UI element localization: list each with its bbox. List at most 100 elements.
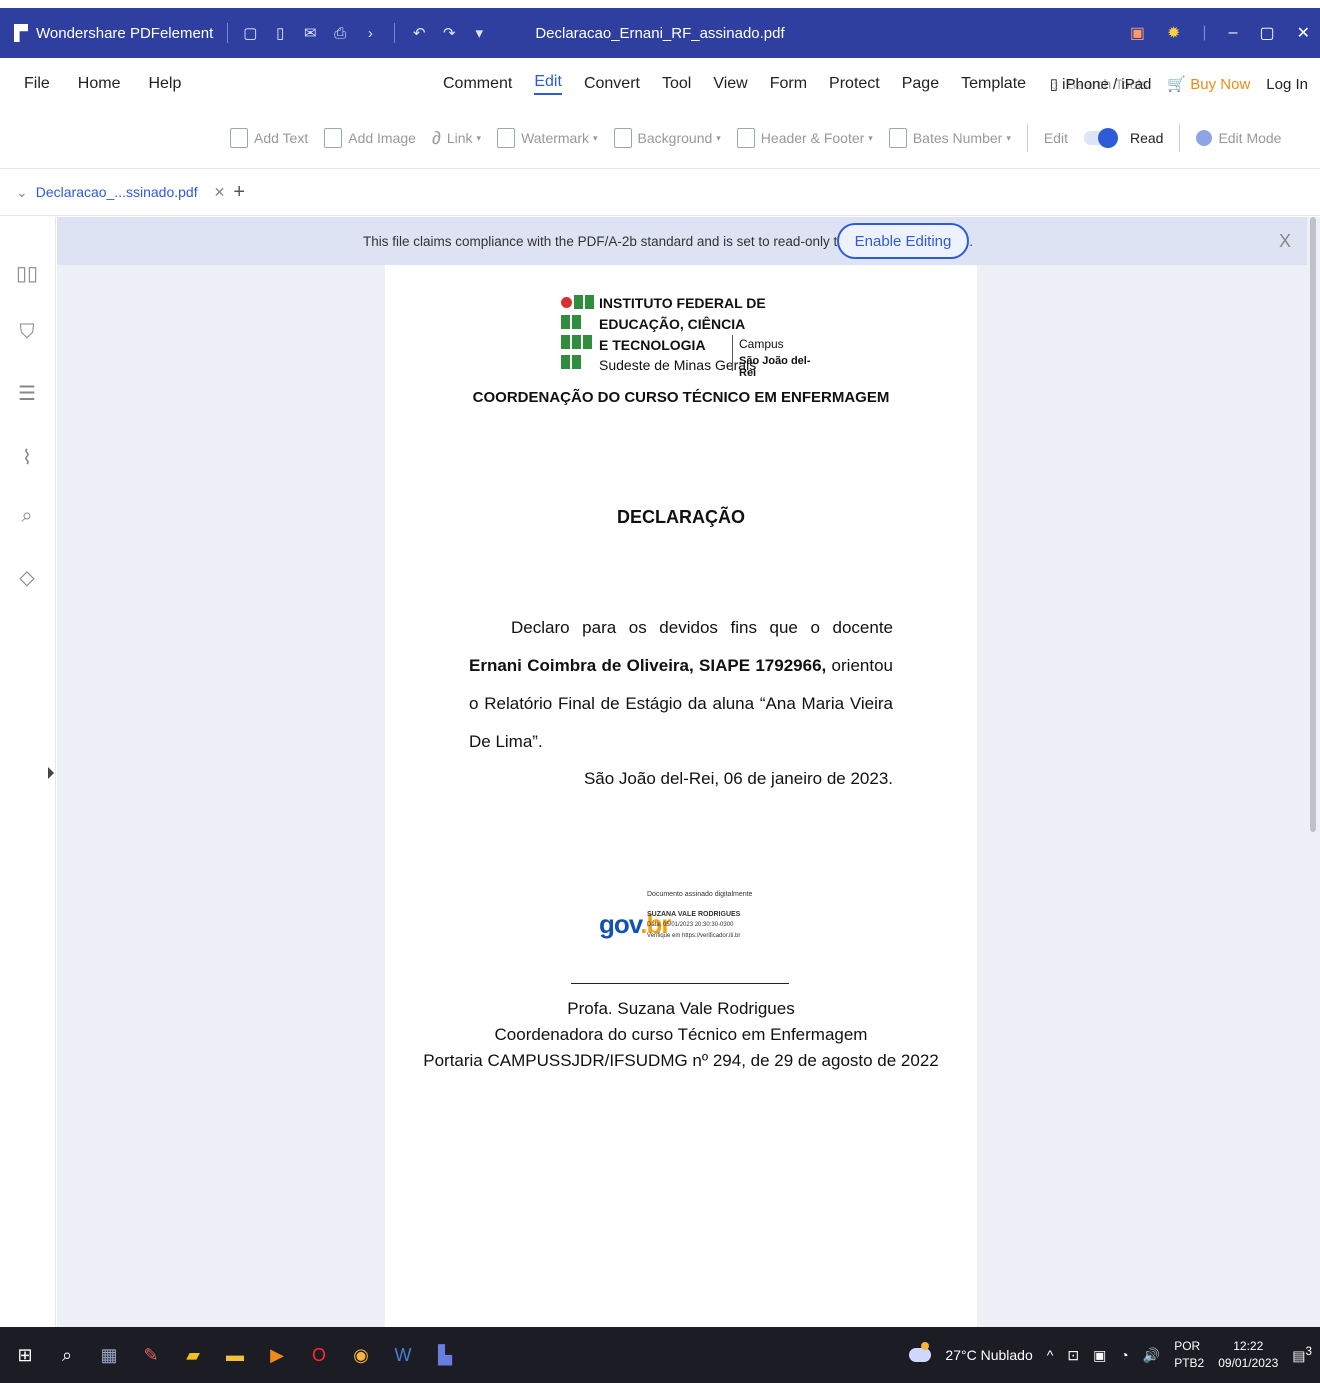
link-button[interactable]: ∂ Link ▾ bbox=[432, 128, 481, 149]
redo-icon[interactable]: ↷ bbox=[441, 24, 457, 42]
save-icon[interactable]: ▯ bbox=[272, 24, 288, 42]
edit-mode-icon bbox=[1196, 130, 1213, 146]
chevron-down-icon[interactable]: ▾ bbox=[593, 133, 598, 144]
theme-icon[interactable]: ✹ bbox=[1167, 23, 1180, 43]
chevron-down-icon[interactable]: ▾ bbox=[868, 133, 873, 144]
comments-icon[interactable]: ☰ bbox=[16, 381, 38, 405]
header-footer-label: Header & Footer bbox=[760, 130, 865, 146]
chrome-icon[interactable]: ◉ bbox=[352, 1344, 370, 1366]
close-icon[interactable]: ✕ bbox=[1297, 23, 1310, 43]
print-icon[interactable]: ⎙ bbox=[332, 25, 348, 42]
logo-campus: Campus bbox=[739, 337, 784, 351]
search-icon[interactable]: ⌕ bbox=[16, 505, 38, 529]
watermark-icon bbox=[497, 128, 516, 148]
file-explorer-icon[interactable]: ▬ bbox=[226, 1344, 244, 1366]
iphone-ipad-link[interactable]: ▯ iPhone / iPad bbox=[1050, 75, 1152, 93]
menu-home[interactable]: Home bbox=[78, 75, 121, 93]
vertical-scrollbar[interactable] bbox=[1310, 217, 1316, 832]
minimize-icon[interactable]: – bbox=[1229, 24, 1238, 42]
link-icon: ∂ bbox=[431, 127, 441, 148]
volume-icon[interactable]: 🔊 bbox=[1143, 1347, 1160, 1364]
restore-icon[interactable]: ▢ bbox=[1259, 23, 1274, 43]
language-bottom: PTB2 bbox=[1174, 1356, 1205, 1370]
menu-comment[interactable]: Comment bbox=[443, 75, 512, 93]
login-link[interactable]: Log In bbox=[1266, 76, 1308, 93]
notifications-icon[interactable]: ▤3 bbox=[1292, 1345, 1312, 1365]
bates-number-button[interactable]: Bates Number ▾ bbox=[888, 128, 1011, 148]
menu-edit[interactable]: Edit bbox=[534, 73, 562, 95]
expand-panel-icon[interactable] bbox=[48, 767, 54, 779]
menu-protect[interactable]: Protect bbox=[829, 75, 880, 93]
menu-page[interactable]: Page bbox=[902, 75, 939, 93]
watermark-button[interactable]: Watermark ▾ bbox=[497, 128, 598, 148]
windows-start-icon[interactable]: ⊞ bbox=[16, 1344, 34, 1366]
new-tab-icon[interactable]: + bbox=[233, 181, 245, 204]
document-viewer: This file claims compliance with the PDF… bbox=[57, 217, 1320, 1327]
mail-icon[interactable]: ✉ bbox=[302, 24, 318, 42]
logo-red-dot bbox=[561, 297, 572, 308]
paint-icon[interactable]: ✎ bbox=[142, 1344, 160, 1366]
bookmark-icon[interactable]: ⛉ bbox=[16, 321, 38, 345]
chevron-down-icon[interactable]: ▾ bbox=[716, 133, 721, 144]
logo-line2: EDUCAÇÃO, CIÊNCIA bbox=[599, 316, 746, 332]
chevron-down-icon[interactable]: ⌄ bbox=[16, 184, 28, 201]
weather-icon[interactable] bbox=[909, 1342, 932, 1362]
body-text-bold: Ernani Coimbra de Oliveira, SIAPE 179296… bbox=[469, 656, 827, 675]
logo-square bbox=[561, 315, 570, 329]
system-clock[interactable]: 12:22 09/01/2023 bbox=[1218, 1338, 1278, 1372]
chevron-down-icon[interactable]: ▾ bbox=[1006, 133, 1011, 144]
menu-file[interactable]: File bbox=[24, 75, 50, 93]
sticky-notes-icon[interactable]: ▰ bbox=[184, 1344, 202, 1366]
tab-label: Declaracao_...ssinado.pdf bbox=[35, 184, 198, 200]
read-label: Read bbox=[1129, 130, 1164, 146]
input-language[interactable]: POR PTB2 bbox=[1174, 1338, 1204, 1372]
show-hidden-icons-icon[interactable]: ^ bbox=[1047, 1347, 1054, 1363]
thumbnails-icon[interactable]: ▯▯ bbox=[16, 261, 38, 285]
feedback-icon[interactable]: ▣ bbox=[1130, 23, 1145, 43]
menu-tool[interactable]: Tool bbox=[662, 75, 691, 93]
word-icon[interactable]: W bbox=[394, 1344, 412, 1366]
add-text-label: Add Text bbox=[254, 130, 309, 146]
app-name: Wondershare PDFelement bbox=[36, 24, 214, 42]
close-tab-icon[interactable]: ✕ bbox=[214, 184, 226, 201]
pdfelement-icon[interactable]: ▙ bbox=[436, 1344, 454, 1366]
edit-label: Edit bbox=[1043, 130, 1068, 146]
header-footer-button[interactable]: Header & Footer ▾ bbox=[736, 128, 873, 148]
search-icon[interactable]: ⌕ bbox=[58, 1344, 76, 1366]
menu-view[interactable]: View bbox=[713, 75, 747, 93]
tab-document[interactable]: ⌄ Declaracao_...ssinado.pdf ✕ + bbox=[16, 181, 245, 204]
bates-number-icon bbox=[888, 128, 907, 148]
tray-app-icon[interactable]: ▣ bbox=[1093, 1347, 1106, 1364]
background-button[interactable]: Background ▾ bbox=[613, 128, 721, 148]
menu-form[interactable]: Form bbox=[770, 75, 807, 93]
tray-app-icon[interactable]: ⊡ bbox=[1067, 1347, 1079, 1364]
edit-mode-button[interactable]: Edit Mode bbox=[1196, 130, 1281, 146]
attachment-icon[interactable]: ⌇ bbox=[16, 445, 38, 469]
customize-icon[interactable]: ▾ bbox=[471, 24, 487, 42]
menu-convert[interactable]: Convert bbox=[584, 75, 640, 93]
opera-icon[interactable]: O bbox=[310, 1344, 328, 1366]
add-image-button[interactable]: Add Image bbox=[324, 128, 416, 148]
layers-icon[interactable]: ◇ bbox=[16, 565, 38, 589]
undo-icon[interactable]: ↶ bbox=[411, 24, 427, 42]
menu-help[interactable]: Help bbox=[148, 75, 181, 93]
pdfelement-logo-icon bbox=[14, 24, 28, 42]
background-label: Background bbox=[637, 130, 713, 146]
edit-read-toggle[interactable] bbox=[1083, 128, 1118, 148]
enable-editing-button[interactable]: Enable Editing bbox=[837, 223, 969, 259]
weather-text[interactable]: 27°C Nublado bbox=[945, 1347, 1032, 1363]
media-player-icon[interactable]: ▶ bbox=[268, 1344, 286, 1366]
close-notice-icon[interactable]: X bbox=[1279, 231, 1291, 252]
add-text-button[interactable]: Add Text bbox=[230, 128, 308, 148]
signer-portaria: Portaria CAMPUSSJDR/IFSUDMG nº 294, de 2… bbox=[423, 1051, 939, 1070]
chevron-down-icon[interactable]: ▾ bbox=[477, 133, 482, 144]
calculator-icon[interactable]: ▦ bbox=[100, 1344, 118, 1366]
share-icon[interactable]: › bbox=[362, 25, 378, 42]
menu-template[interactable]: Template bbox=[961, 75, 1026, 93]
buy-now-link[interactable]: 🛒 Buy Now bbox=[1167, 75, 1250, 93]
title-bar: Wondershare PDFelement ▢ ▯ ✉ ⎙ › ↶ ↷ ▾ D… bbox=[0, 8, 1320, 58]
logo-line1: INSTITUTO FEDERAL DE bbox=[599, 295, 766, 311]
new-icon[interactable]: ▢ bbox=[242, 24, 258, 42]
logo-campus-name: São João del-Rei bbox=[739, 355, 811, 379]
network-icon[interactable]: ◔ bbox=[1120, 1347, 1128, 1363]
